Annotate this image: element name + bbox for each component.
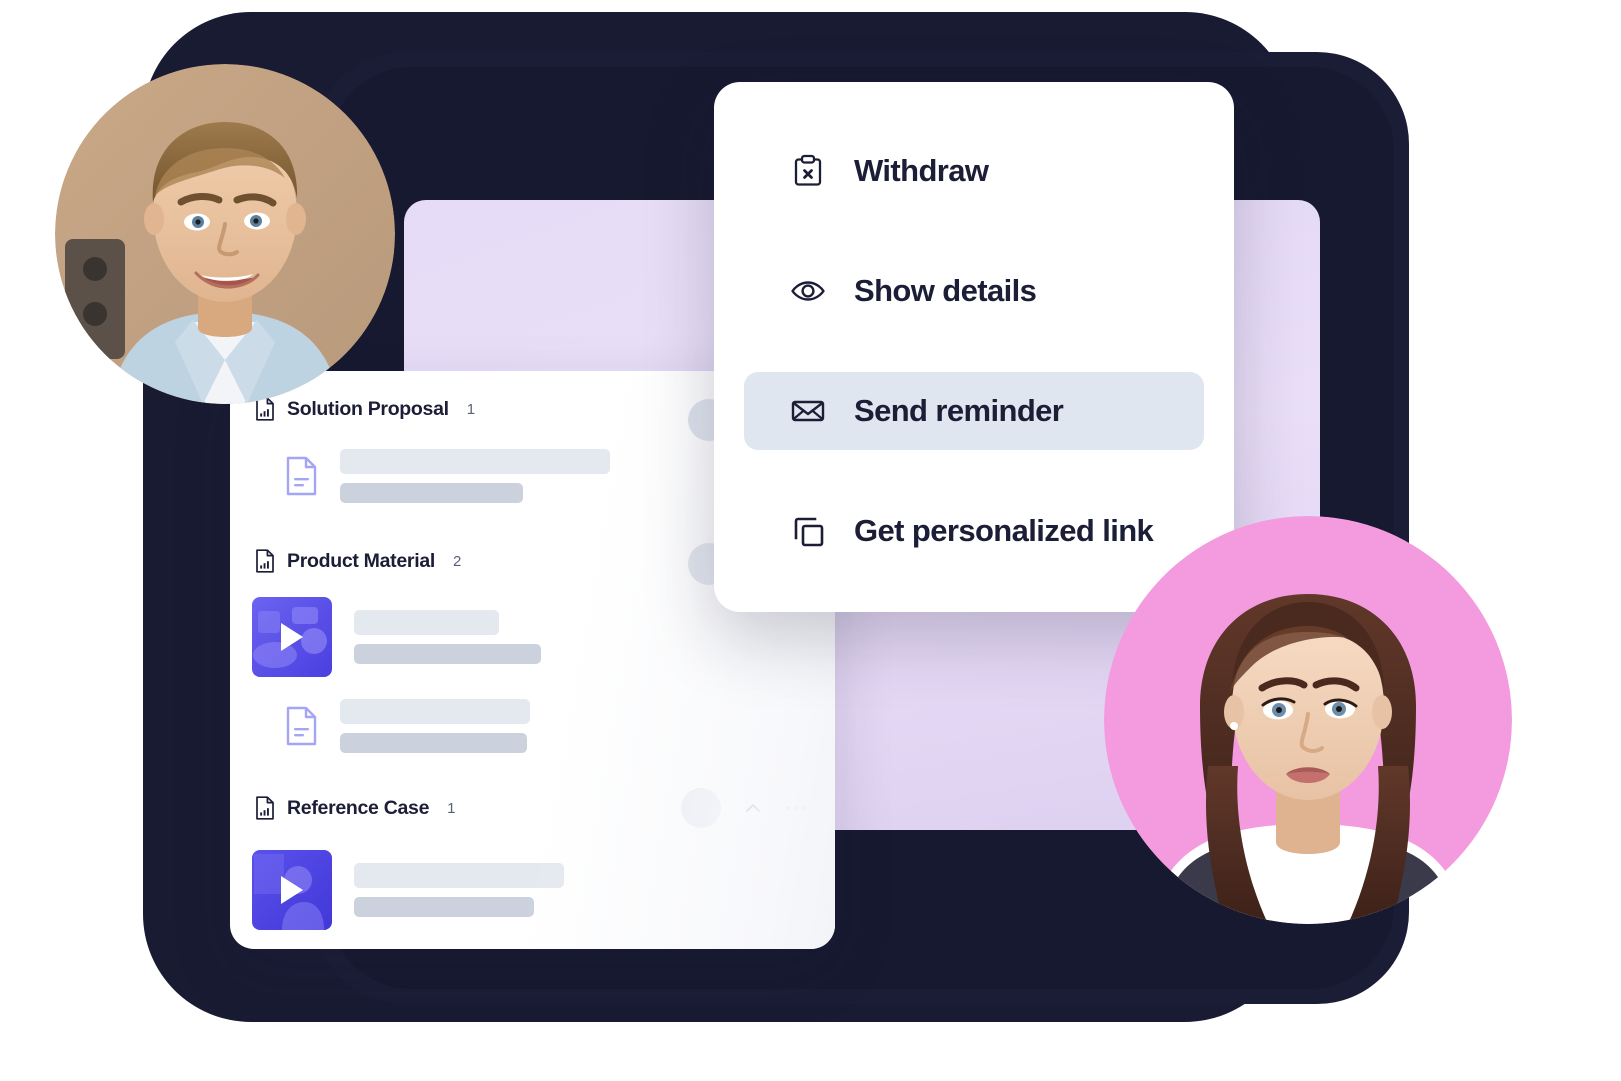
menu-item-label: Withdraw <box>854 153 989 188</box>
placeholder-text-bars <box>340 449 610 503</box>
avatar-placeholder[interactable] <box>681 788 721 828</box>
placeholder-subtitle-bar <box>354 897 534 917</box>
list-item[interactable] <box>230 699 835 753</box>
play-icon <box>281 623 303 651</box>
placeholder-subtitle-bar <box>340 483 523 503</box>
section-actions <box>681 788 835 828</box>
video-thumbnail[interactable] <box>252 850 332 930</box>
menu-item-withdraw[interactable]: Withdraw <box>744 132 1204 210</box>
placeholder-title-bar <box>340 449 610 474</box>
menu-item-label: Show details <box>854 273 1037 308</box>
hero-illustration: Solution Proposal 1 Product Material 2 R… <box>0 0 1621 1081</box>
copy-icon <box>794 517 824 547</box>
menu-item-send-reminder[interactable]: Send reminder <box>744 372 1204 450</box>
play-icon <box>281 876 303 904</box>
placeholder-title-bar <box>340 699 530 724</box>
more-options-icon[interactable] <box>785 805 809 811</box>
document-chart-icon <box>256 796 274 820</box>
section-title: Reference Case <box>287 796 430 819</box>
video-thumbnail[interactable] <box>252 597 332 677</box>
section-count: 2 <box>452 552 462 570</box>
placeholder-subtitle-bar <box>354 644 541 664</box>
menu-item-label: Send reminder <box>854 393 1064 428</box>
file-icon <box>286 456 317 496</box>
file-icon <box>286 706 317 746</box>
placeholder-text-bars <box>340 699 530 753</box>
placeholder-text-bars <box>354 863 564 917</box>
list-item[interactable] <box>230 850 835 930</box>
eye-icon <box>791 281 825 301</box>
section-header[interactable]: Reference Case 1 <box>230 788 835 828</box>
placeholder-subtitle-bar <box>340 733 527 753</box>
male-portrait-avatar <box>55 64 395 404</box>
section-count: 1 <box>447 799 456 817</box>
document-chart-icon <box>256 549 274 573</box>
section-count: 1 <box>466 400 476 418</box>
placeholder-title-bar <box>354 863 564 888</box>
placeholder-title-bar <box>354 610 499 635</box>
placeholder-text-bars <box>354 610 541 664</box>
section-title: Product Material <box>287 549 435 572</box>
envelope-icon <box>791 400 825 422</box>
clipboard-x-icon <box>794 154 822 186</box>
menu-item-show-details[interactable]: Show details <box>744 252 1204 330</box>
chevron-up-icon[interactable] <box>743 798 763 818</box>
female-portrait-avatar <box>1104 516 1512 924</box>
section-reference-case: Reference Case 1 <box>230 788 835 930</box>
